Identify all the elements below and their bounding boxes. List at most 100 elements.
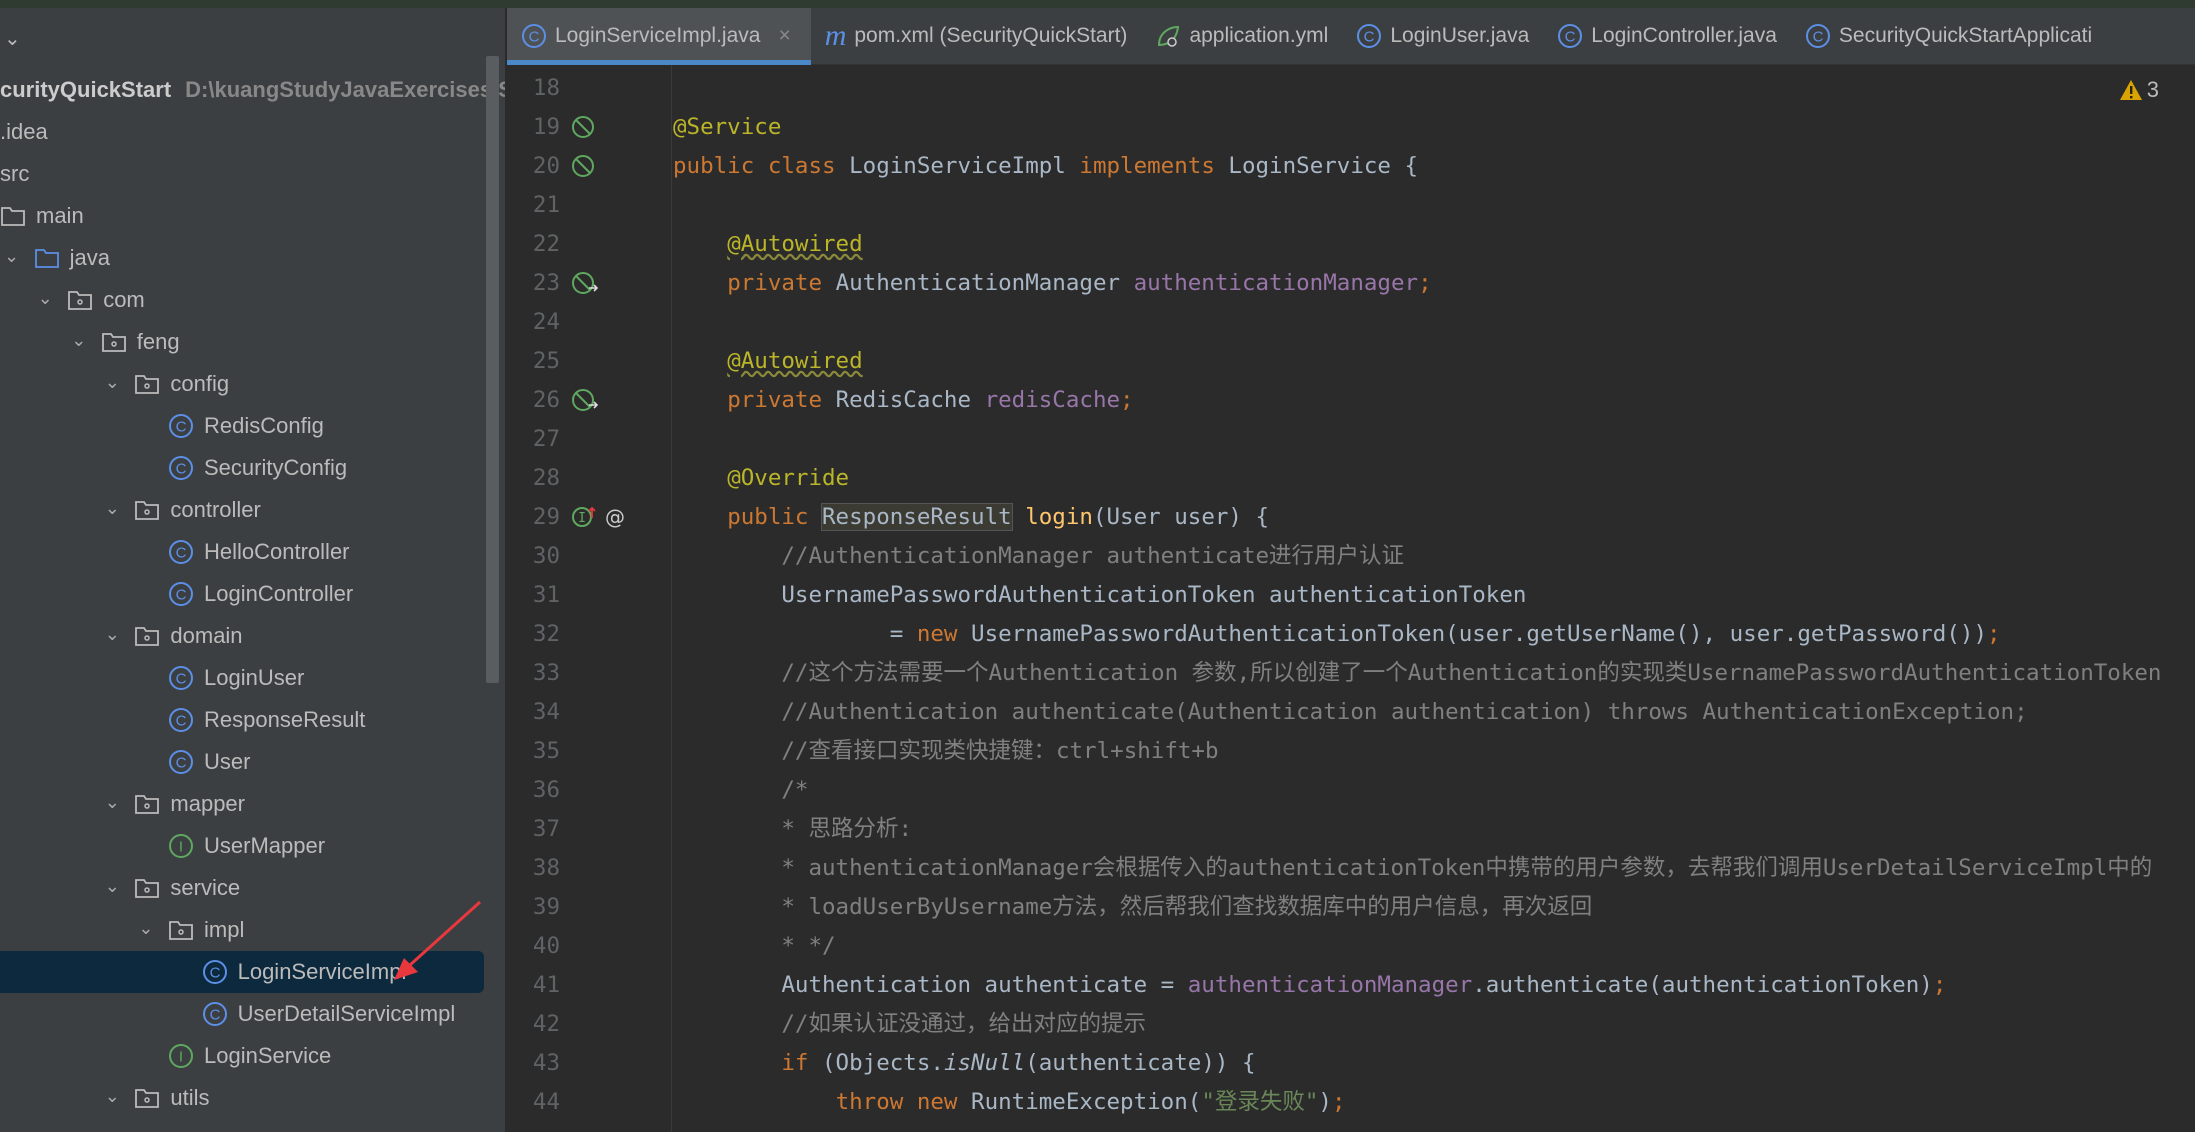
chevron-down-icon[interactable]: ⌄ (105, 792, 120, 813)
project-path: D:\kuangStudyJavaExercises\Se (185, 77, 505, 102)
chevron-down-icon[interactable]: ⌄ (105, 1086, 120, 1107)
code-line[interactable]: 30 //AuthenticationManager authenticate进… (507, 537, 2195, 576)
tree-item-com[interactable]: ⌄ com (0, 279, 484, 321)
tree-item-label: feng (136, 329, 180, 354)
editor-tabs: C LoginServiceImpl.java × m pom.xml (Securit… (507, 7, 2195, 65)
code-line[interactable]: 19 @Service (507, 108, 2195, 147)
tree-item-redisconfig[interactable]: C RedisConfig (0, 405, 484, 447)
tree-item-project-root[interactable]: curityQuickStart D:\kuangStudyJavaExercis… (0, 69, 505, 111)
tree-item-label: HelloController (204, 539, 350, 564)
tree-item-config[interactable]: ⌄ config (0, 363, 484, 405)
code-line[interactable]: 20 public class LoginServiceImpl implemen… (507, 147, 2195, 186)
code-token: ; (1418, 270, 1432, 296)
tree-item-logincontroller[interactable]: C LoginController (0, 573, 484, 615)
code-line[interactable]: 38 * authenticationManager会根据传入的authenti… (507, 849, 2195, 888)
code-token: RuntimeException( (971, 1089, 1202, 1115)
tab-loginuser-java[interactable]: C LoginUser.java (1342, 8, 1543, 65)
code-line[interactable]: 21 (507, 186, 2195, 225)
code-line[interactable]: 37 * 思路分析: (507, 810, 2195, 849)
class-icon: C (168, 581, 194, 607)
code-line[interactable]: 35 //查看接口实现类快捷键：ctrl+shift+b (507, 732, 2195, 771)
code-line[interactable]: 33 //这个方法需要一个Authentication 参数,所以创建了一个Au… (507, 654, 2195, 693)
code-text: @Autowired (673, 342, 862, 381)
code-line[interactable]: 23 private AuthenticationManager authent… (507, 264, 2195, 303)
code-line[interactable]: 42 //如果认证没通过，给出对应的提示 (507, 1005, 2195, 1044)
code-token: ; (1932, 972, 1947, 998)
tab-application-yml[interactable]: application.yml (1141, 8, 1342, 65)
chevron-down-icon[interactable]: ⌄ (105, 624, 120, 645)
close-icon[interactable]: × (778, 24, 790, 48)
code-line[interactable]: 27 (507, 420, 2195, 459)
package-icon (67, 287, 93, 313)
code-text: private RedisCache redisCache; (673, 381, 1133, 420)
tree-item-label: config (170, 371, 230, 396)
tree-item-label: User (204, 749, 251, 774)
tree-item-utils[interactable]: ⌄ utils (0, 1077, 484, 1119)
chevron-down-icon[interactable]: ⌄ (4, 246, 19, 267)
tree-item-mapper[interactable]: ⌄ mapper (0, 783, 484, 825)
code-line[interactable]: 31 UsernamePasswordAuthenticationToken a… (507, 576, 2195, 615)
code-text: //如果认证没通过，给出对应的提示 (673, 1005, 1146, 1044)
tab-logincontroller-java[interactable]: C LoginController.java (1543, 8, 1791, 65)
tree-item-domain[interactable]: ⌄ domain (0, 615, 484, 657)
code-token: ResponseResult (821, 503, 1013, 531)
code-line[interactable]: 32 = new UsernamePasswordAuthenticationT… (507, 615, 2195, 654)
code-line[interactable]: 22 @Autowired (507, 225, 2195, 264)
code-line[interactable]: 26 private RedisCache redisCache; (507, 381, 2195, 420)
tree-item-feng[interactable]: ⌄ feng (0, 321, 484, 363)
tree-item-label: controller (170, 497, 261, 522)
chevron-down-icon[interactable]: ⌄ (105, 372, 120, 393)
tree-item-main[interactable]: main (0, 195, 484, 237)
chevron-down-icon[interactable]: ⌄ (105, 498, 120, 519)
code-line[interactable]: 29 I @ public ResponseResult login(User us… (507, 498, 2195, 537)
tab-pom-xml-securityquickstart-[interactable]: m pom.xml (SecurityQuickStart) (811, 8, 1142, 65)
code-text: * 思路分析: (673, 810, 912, 849)
tree-item-java[interactable]: ⌄ java (0, 237, 484, 279)
source-folder-icon (34, 245, 60, 271)
chevron-down-icon[interactable]: ⌄ (71, 330, 86, 351)
code-line[interactable]: 34 //Authentication authenticate(Authent… (507, 693, 2195, 732)
chevron-down-icon[interactable]: ⌄ (4, 26, 21, 51)
code-token: //AuthenticationManager authenticate进行用户… (781, 543, 1405, 569)
code-line[interactable]: 36 /* (507, 771, 2195, 810)
tree-item-loginservice[interactable]: I LoginService (0, 1035, 484, 1077)
code-token: public (727, 504, 823, 530)
code-line[interactable]: 18 (507, 69, 2195, 108)
code-line[interactable]: 28 @Override (507, 459, 2195, 498)
tree-item-responseresult[interactable]: C ResponseResult (0, 699, 484, 741)
code-line[interactable]: 39 * loadUserByUsername方法，然后帮我们查找数据库中的用户… (507, 888, 2195, 927)
code-line[interactable]: 24 (507, 303, 2195, 342)
tree-item-label: UserDetailServiceImpl (237, 1001, 456, 1026)
package-icon (101, 329, 127, 355)
code-line[interactable]: 25 @Autowired (507, 342, 2195, 381)
code-line[interactable]: 40 * */ (507, 927, 2195, 966)
code-token: * 思路分析: (781, 816, 913, 842)
code-line[interactable]: 41 Authentication authenticate = authent… (507, 966, 2195, 1005)
code-token: ; (1987, 621, 2001, 647)
tree-item-usermapper[interactable]: I UserMapper (0, 825, 484, 867)
tab-securityquickstartapplicati[interactable]: C SecurityQuickStartApplicati (1791, 8, 2106, 65)
line-number: 25 (532, 348, 560, 374)
code-token: * authenticationManager会根据传入的authenticat… (781, 855, 2153, 881)
tree-item-label: com (103, 287, 145, 312)
chevron-down-icon[interactable]: ⌄ (105, 876, 120, 897)
tree-item-label: RedisConfig (204, 413, 324, 438)
tab-loginserviceimpl-java[interactable]: C LoginServiceImpl.java × (507, 7, 811, 65)
chevron-down-icon[interactable]: ⌄ (38, 288, 53, 309)
tree-item-src[interactable]: src (0, 153, 484, 195)
tree-item-userdetailserviceimpl[interactable]: C UserDetailServiceImpl (0, 993, 484, 1035)
chevron-down-icon[interactable]: ⌄ (138, 918, 153, 939)
code-editor[interactable]: 3 18 19 @Service 20 public class LoginServic… (507, 65, 2195, 1132)
tree-item-user[interactable]: C User (0, 741, 484, 783)
svg-text:C: C (1364, 29, 1375, 46)
tree-item-controller[interactable]: ⌄ controller (0, 489, 484, 531)
tree-item-securityconfig[interactable]: C SecurityConfig (0, 447, 484, 489)
sidebar-scrollbar[interactable] (486, 56, 499, 683)
tree-item-hellocontroller[interactable]: C HelloController (0, 531, 484, 573)
tree-item-loginuser[interactable]: C LoginUser (0, 657, 484, 699)
code-line[interactable]: 43 if (Objects.isNull(authenticate)) { (507, 1044, 2195, 1083)
tree-item--idea[interactable]: .idea (0, 111, 484, 153)
code-line[interactable]: 44 throw new RuntimeException("登录失败"); (507, 1083, 2195, 1122)
code-token: public class (673, 153, 850, 179)
